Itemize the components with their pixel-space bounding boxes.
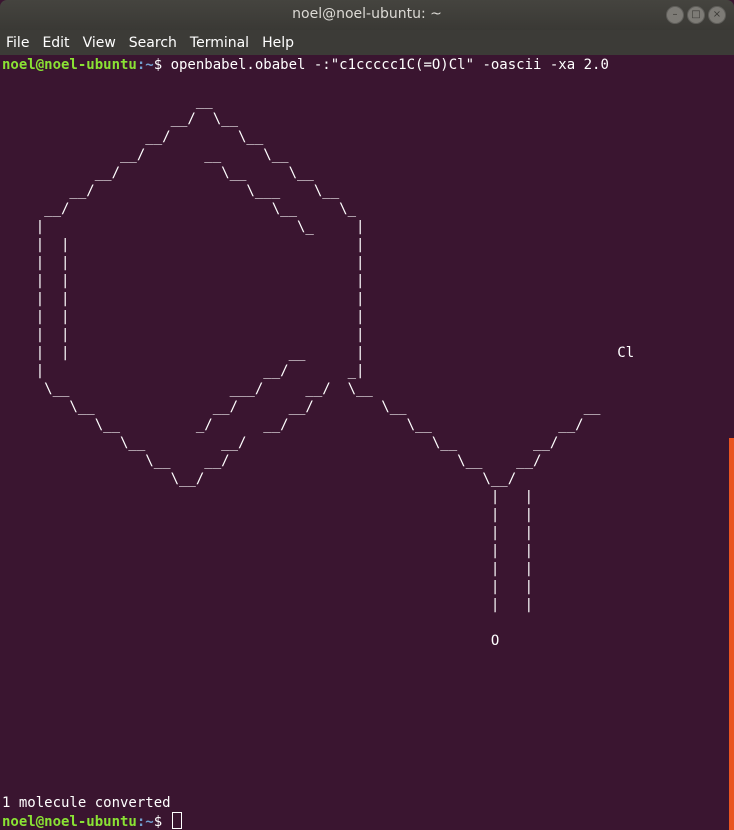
menu-bar: File Edit View Search Terminal Help: [0, 30, 734, 55]
terminal-window: noel@noel-ubuntu: ~ – □ × File Edit View…: [0, 0, 734, 830]
prompt-symbol: $: [153, 57, 171, 73]
scrollbar[interactable]: [729, 438, 734, 830]
prompt-user: noel@noel-ubuntu: [2, 814, 137, 830]
prompt-user: noel@noel-ubuntu: [2, 57, 137, 73]
close-button[interactable]: ×: [708, 6, 726, 24]
title-bar[interactable]: noel@noel-ubuntu: ~ – □ ×: [0, 0, 734, 30]
maximize-button[interactable]: □: [687, 6, 705, 24]
prompt-path: :~: [136, 814, 154, 830]
window-title: noel@noel-ubuntu: ~: [292, 6, 442, 22]
prompt-symbol: $: [153, 814, 171, 830]
terminal-output[interactable]: noel@noel-ubuntu:~$ openbabel.obabel -:"…: [2, 56, 734, 830]
menu-file[interactable]: File: [0, 35, 36, 51]
menu-search[interactable]: Search: [123, 35, 184, 51]
menu-edit[interactable]: Edit: [36, 35, 76, 51]
menu-view[interactable]: View: [77, 35, 123, 51]
minimize-button[interactable]: –: [666, 6, 684, 24]
output-line: 1 molecule converted: [2, 795, 171, 811]
current-prompt-line: noel@noel-ubuntu:~$: [2, 812, 182, 830]
prompt-path: :~: [136, 57, 154, 73]
menu-terminal[interactable]: Terminal: [184, 35, 256, 51]
command-text: openbabel.obabel -:"c1ccccc1C(=O)Cl" -oa…: [170, 57, 609, 73]
menu-help[interactable]: Help: [256, 35, 301, 51]
command-line: noel@noel-ubuntu:~$ openbabel.obabel -:"…: [2, 56, 609, 74]
text-cursor: [171, 812, 182, 829]
ascii-molecule-art: __ __/ \__ __/ \__ __/ __ \__ __/ \__ \_…: [35, 93, 635, 649]
window-controls: – □ ×: [666, 6, 726, 24]
